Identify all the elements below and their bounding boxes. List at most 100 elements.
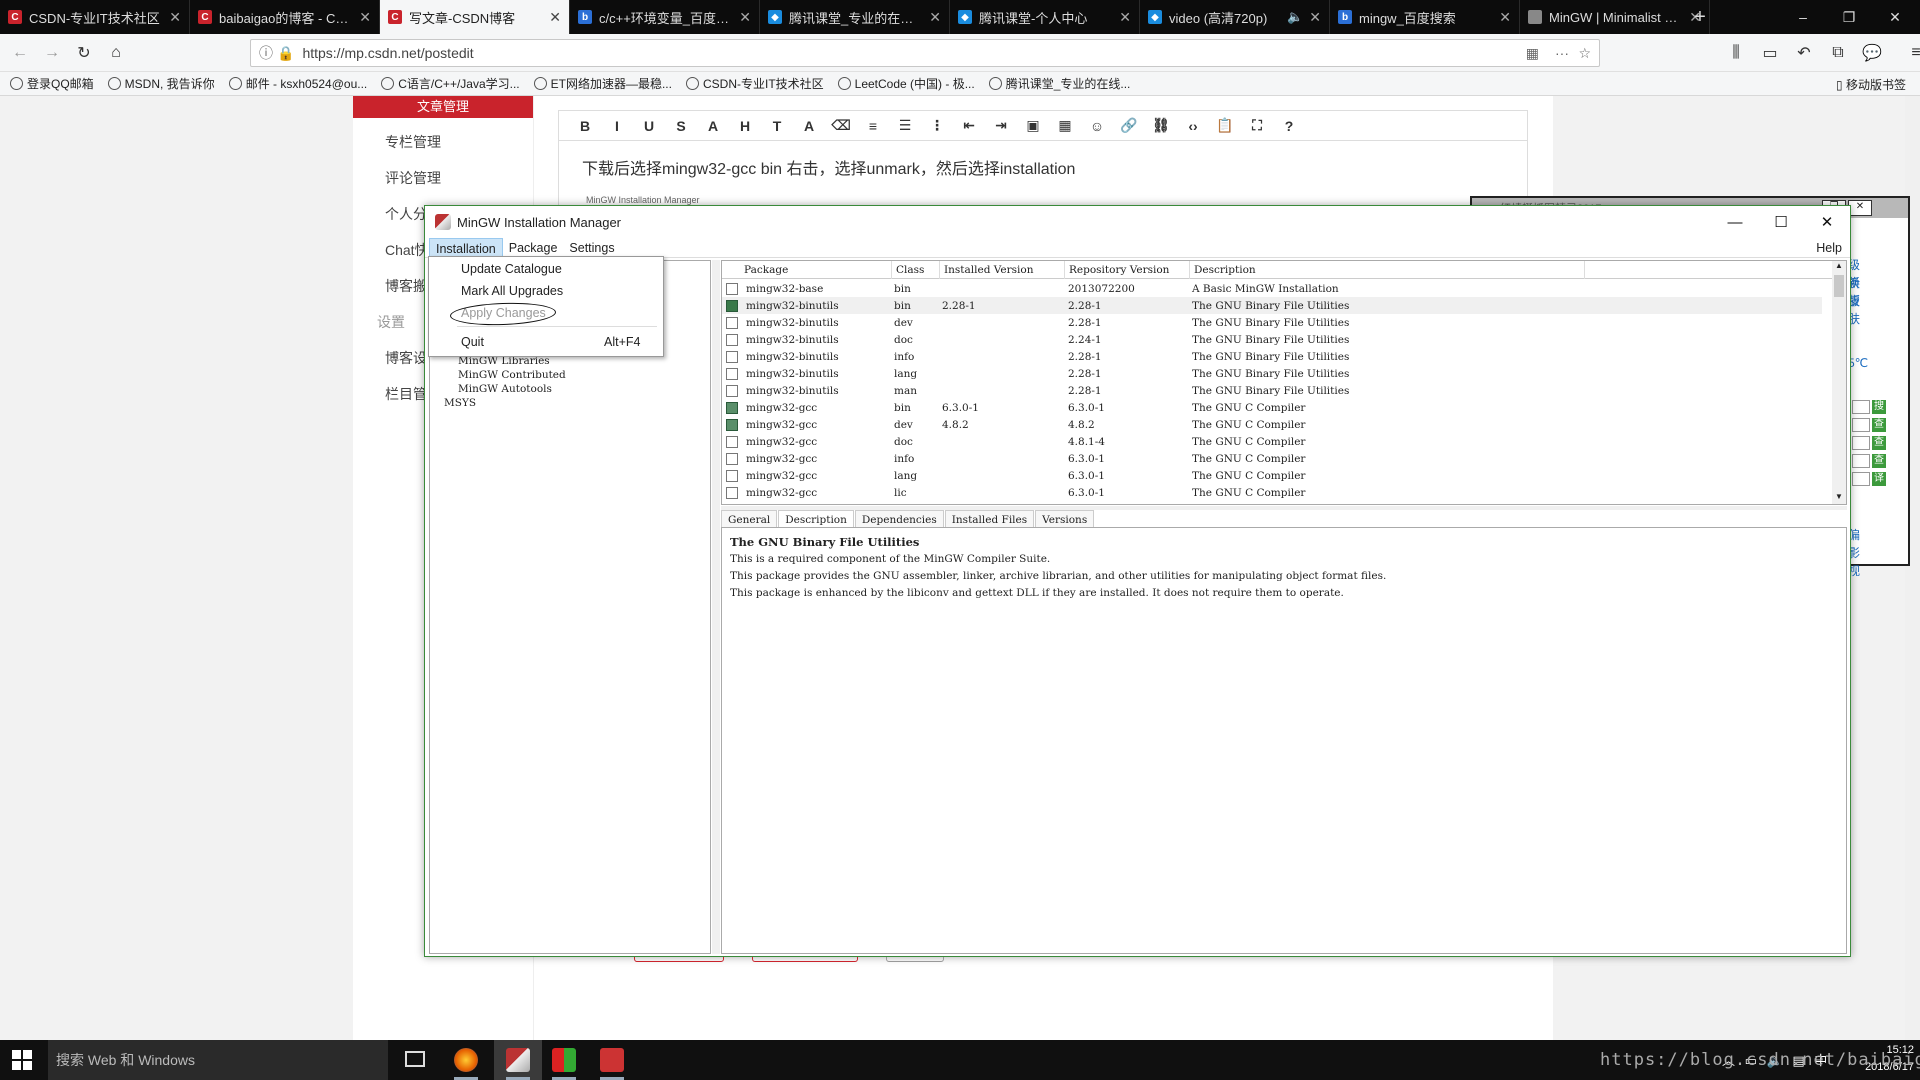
tab-close-icon[interactable]: ✕ [169,9,181,26]
mobile-bookmarks[interactable]: ▯ 移动版书签 [1836,76,1906,93]
reload-icon[interactable]: ↻ [68,38,100,68]
page-button-2[interactable] [752,957,858,962]
more-icon[interactable]: ··· [1555,45,1569,61]
info-icon[interactable]: ⓘ [259,43,273,63]
bookmark-item[interactable]: 登录QQ邮箱 [10,75,94,92]
browser-tab[interactable]: ◆ video (高清720p) 🔈 ✕ [1140,0,1330,34]
package-checkbox[interactable] [726,486,738,499]
package-row[interactable]: mingw32-binutils dev 2.28-1 The GNU Binary … [722,314,1822,331]
minimize-button[interactable]: – [1780,0,1826,34]
font-color-icon[interactable]: A [697,118,729,134]
col-class[interactable]: Class [892,261,940,279]
detail-tab[interactable]: Versions [1035,510,1095,528]
menu-icon[interactable]: ≡ [1900,38,1920,68]
col-repository-version[interactable]: Repository Version [1065,261,1190,279]
tab-close-icon[interactable]: ✕ [1309,9,1321,26]
unordered-list-icon[interactable]: ☰ [889,117,921,134]
package-row[interactable]: mingw32-gcc dev 4.8.2 4.8.2 The GNU C Compil… [722,416,1822,433]
unlink-icon[interactable]: ⛓ [1145,117,1177,134]
back-icon[interactable]: ← [4,38,36,68]
tree-splitter[interactable] [712,260,720,954]
code-icon[interactable]: ‹› [1177,118,1209,134]
chat-icon[interactable]: 💬 [1856,38,1888,68]
emoji-icon[interactable]: ☺ [1081,118,1113,134]
bookmark-item[interactable]: CSDN-专业IT技术社区 [685,75,824,92]
sidebar-item[interactable]: 博客设 [385,348,427,368]
right-panel-button[interactable]: 查 [1872,436,1886,450]
strikethrough-icon[interactable]: S [665,118,697,134]
col-package[interactable]: Package [722,261,892,279]
image-icon[interactable]: ▣ [1017,117,1049,134]
sidebar-item[interactable]: Chat快 [385,240,429,260]
menu-settings[interactable]: Settings [563,238,620,258]
tree-node[interactable]: MinGW Autotools [458,383,552,395]
package-checkbox[interactable] [726,435,738,448]
right-panel-button[interactable]: 查 [1872,454,1886,468]
package-checkbox[interactable] [726,333,738,346]
sidebar-item[interactable]: 评论管理 [385,168,441,188]
align-left-icon[interactable]: ≡ [857,118,889,134]
heading-icon[interactable]: H [729,118,761,134]
page-button-3[interactable] [886,957,944,962]
scroll-up-icon[interactable]: ▲ [1832,261,1846,273]
sidebar-item[interactable]: 栏目管 [385,384,427,404]
task-view-icon[interactable] [405,1051,425,1067]
undo-icon[interactable]: ↶ [1788,38,1820,68]
sidebar-item[interactable]: 个人分 [385,204,427,224]
package-row[interactable]: mingw32-binutils info 2.28-1 The GNU Binary… [722,348,1822,365]
screenshot-icon[interactable]: ⧉ [1822,38,1854,68]
forward-icon[interactable]: → [36,38,68,68]
bookmark-item[interactable]: MSDN, 我告诉你 [107,75,215,92]
tab-close-icon[interactable]: ✕ [1119,9,1131,26]
right-panel-button[interactable]: 查 [1872,418,1886,432]
package-row[interactable]: mingw32-binutils lang 2.28-1 The GNU Binary… [722,365,1822,382]
taskbar-search[interactable]: 搜索 Web 和 Windows [48,1040,388,1080]
background-color-icon[interactable]: A [793,118,825,134]
package-checkbox[interactable] [726,452,738,465]
mingw-close-button[interactable]: ✕ [1804,206,1850,238]
detail-tab[interactable]: Installed Files [944,510,1035,528]
browser-tab[interactable]: b c/c++环境变量_百度搜索 ✕ [570,0,760,34]
right-panel-input[interactable] [1852,418,1870,432]
browser-tab[interactable]: C CSDN-专业IT技术社区 ✕ [0,0,190,34]
url-bar[interactable]: ⓘ 🔒 https://mp.csdn.net/postedit ▦ ··· ☆ [250,39,1600,67]
font-size-icon[interactable]: T [761,118,793,134]
scroll-down-icon[interactable]: ▼ [1832,492,1846,504]
outdent-icon[interactable]: ⇤ [953,117,985,134]
right-panel-button[interactable]: 搜 [1872,400,1886,414]
menu-installation[interactable]: Installation [429,237,503,258]
underline-icon[interactable]: U [633,118,665,134]
package-checkbox[interactable] [726,316,738,329]
detail-tab[interactable]: General [721,510,778,528]
package-row[interactable]: mingw32-gcc doc 4.8.1-4 The GNU C Compiler [722,433,1822,450]
bookmark-star-icon[interactable]: ☆ [1578,45,1591,62]
package-checkbox[interactable] [726,299,738,312]
menu-help[interactable]: Help [1816,238,1842,258]
qr-icon[interactable]: ▦ [1526,45,1539,62]
package-row[interactable]: mingw32-binutils man 2.28-1 The GNU Binary … [722,382,1822,399]
bookmark-item[interactable]: LeetCode (中国) - 极... [837,75,975,92]
clear-format-icon[interactable]: ⌫ [825,117,857,134]
menu-update-catalogue[interactable]: Update Catalogue [461,259,562,279]
dragonfly-app-icon[interactable] [600,1048,624,1072]
package-checkbox[interactable] [726,384,738,397]
windows-start-icon[interactable] [12,1050,32,1070]
sidebar-item[interactable]: 博客搬 [385,276,427,296]
package-row[interactable]: mingw32-gcc info 6.3.0-1 The GNU C Compiler [722,450,1822,467]
library-icon[interactable]: ⫼ [1720,38,1752,68]
detail-tab[interactable]: Description [778,510,854,528]
close-button[interactable]: ✕ [1872,0,1918,34]
browser-tab[interactable]: C 写文章-CSDN博客 ✕ [380,0,570,34]
package-checkbox[interactable] [726,401,738,414]
ordered-list-icon[interactable]: ⋮ [921,117,953,134]
tab-close-icon[interactable]: ✕ [739,9,751,26]
tab-audio-icon[interactable]: 🔈 [1287,9,1303,25]
menu-package[interactable]: Package [503,238,564,258]
tree-node[interactable]: MSYS [444,397,476,409]
package-checkbox[interactable] [726,469,738,482]
paste-icon[interactable]: 📋 [1209,117,1241,134]
tab-close-icon[interactable]: ✕ [549,9,561,26]
sidebar-active-item[interactable]: 文章管理 [353,96,533,118]
bookmark-item[interactable]: C语言/C++/Java学习... [381,75,520,92]
indent-icon[interactable]: ⇥ [985,117,1017,134]
